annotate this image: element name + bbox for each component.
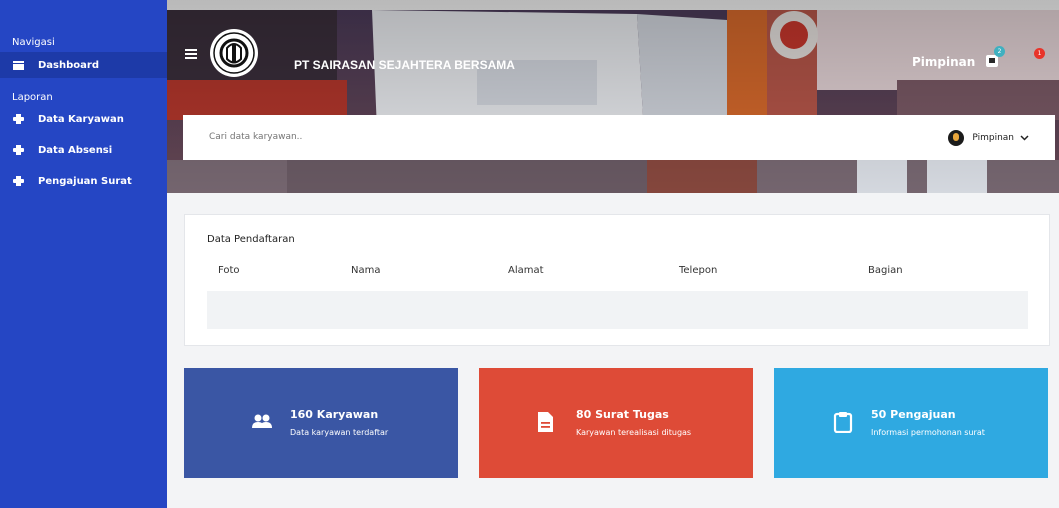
card-title: 50 Pengajuan [871,408,956,421]
main-content: PT SAIRASAN SEJAHTERA BERSAMA Pimpinan 2… [167,0,1059,508]
card-subtitle: Karyawan terealisasi ditugas [576,428,692,437]
card-subtitle: Informasi permohonan surat [871,428,985,437]
document-icon [538,412,553,432]
sidebar-item-pengajuan-surat[interactable]: Pengajuan Surat [0,168,167,194]
dashboard-icon [12,60,24,70]
company-logo [210,29,258,77]
registration-panel: Data Pendaftaran Foto Nama Alamat Telepo… [184,214,1050,346]
sidebar-item-label: Pengajuan Surat [38,175,132,187]
users-icon [252,414,272,428]
header-banner: PT SAIRASAN SEJAHTERA BERSAMA Pimpinan 2… [167,0,1059,193]
column-header-foto: Foto [218,265,240,276]
table-row [207,291,1028,329]
search-input[interactable] [209,115,609,160]
card-title: 160 Karyawan [290,408,379,421]
sidebar-item-dashboard[interactable]: Dashboard [0,52,167,78]
header-role-label: Pimpinan [912,55,976,69]
card-pengajuan[interactable]: 50 Pengajuan Informasi permohonan surat [774,368,1048,478]
print-icon [12,145,24,155]
avatar [948,129,965,146]
card-karyawan[interactable]: 160 Karyawan Data karyawan terdaftar [184,368,458,478]
search-bar: Pimpinan [183,115,1055,160]
clipboard-icon [833,412,853,433]
column-header-alamat: Alamat [508,265,544,276]
sidebar-item-label: Dashboard [38,59,99,71]
alert-badge[interactable]: 1 [1034,48,1045,59]
company-name: PT SAIRASAN SEJAHTERA BERSAMA [294,58,515,72]
sidebar-item-data-karyawan[interactable]: Data Karyawan [0,106,167,132]
card-title: 80 Surat Tugas [576,408,669,421]
user-name: Pimpinan [972,132,1014,143]
panel-title: Data Pendaftaran [207,234,295,245]
sidebar-item-data-absensi[interactable]: Data Absensi [0,137,167,163]
card-subtitle: Data karyawan terdaftar [290,428,389,437]
column-header-nama: Nama [351,265,381,276]
sidebar-item-label: Data Absensi [38,144,113,156]
column-header-telepon: Telepon [679,265,718,276]
column-header-bagian: Bagian [868,265,903,276]
menu-toggle-button[interactable] [185,49,197,59]
storefront-photo [167,0,1059,193]
card-surat-tugas[interactable]: 80 Surat Tugas Karyawan terealisasi ditu… [479,368,753,478]
print-icon [12,114,24,124]
sidebar-item-label: Data Karyawan [38,113,124,125]
nav-section-navigation: Navigasi [12,37,55,48]
sidebar: Navigasi Dashboard Laporan Data Karyawan… [0,0,167,508]
user-menu[interactable]: Pimpinan [948,115,1029,160]
print-icon [12,176,24,186]
nav-section-reports: Laporan [12,92,53,103]
notification-badge: 2 [994,46,1005,57]
chevron-down-icon [1020,134,1029,141]
